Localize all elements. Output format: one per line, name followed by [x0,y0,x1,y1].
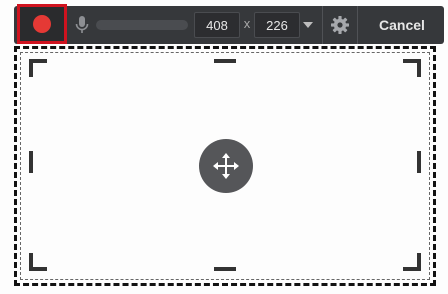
move-arrows-icon [213,153,239,179]
gear-icon[interactable] [330,15,350,35]
capture-region[interactable] [14,46,436,286]
cancel-button[interactable]: Cancel [360,6,444,44]
screen-recorder-overlay: x Cancel [0,0,448,294]
resize-handle-bottom-right[interactable] [403,253,421,271]
resize-handle-top-right[interactable] [403,59,421,77]
height-input[interactable] [254,12,300,38]
microphone-icon[interactable] [74,15,90,35]
width-input[interactable] [194,12,240,38]
recorder-toolbar: x Cancel [14,4,444,44]
resize-handle-bottom[interactable] [214,267,236,271]
resize-handle-left[interactable] [29,151,33,173]
record-icon [33,15,51,33]
record-button[interactable] [17,4,67,44]
move-handle[interactable] [199,139,253,193]
resize-handle-top-left[interactable] [29,59,47,77]
resize-handle-top[interactable] [214,59,236,63]
resize-handle-right[interactable] [417,151,421,173]
caret-down-icon[interactable] [303,22,313,28]
toolbar-divider [322,6,323,44]
resize-handle-bottom-left[interactable] [29,253,47,271]
toolbar-divider [357,6,358,44]
dimension-separator: x [243,16,251,31]
volume-slider[interactable] [96,20,188,30]
